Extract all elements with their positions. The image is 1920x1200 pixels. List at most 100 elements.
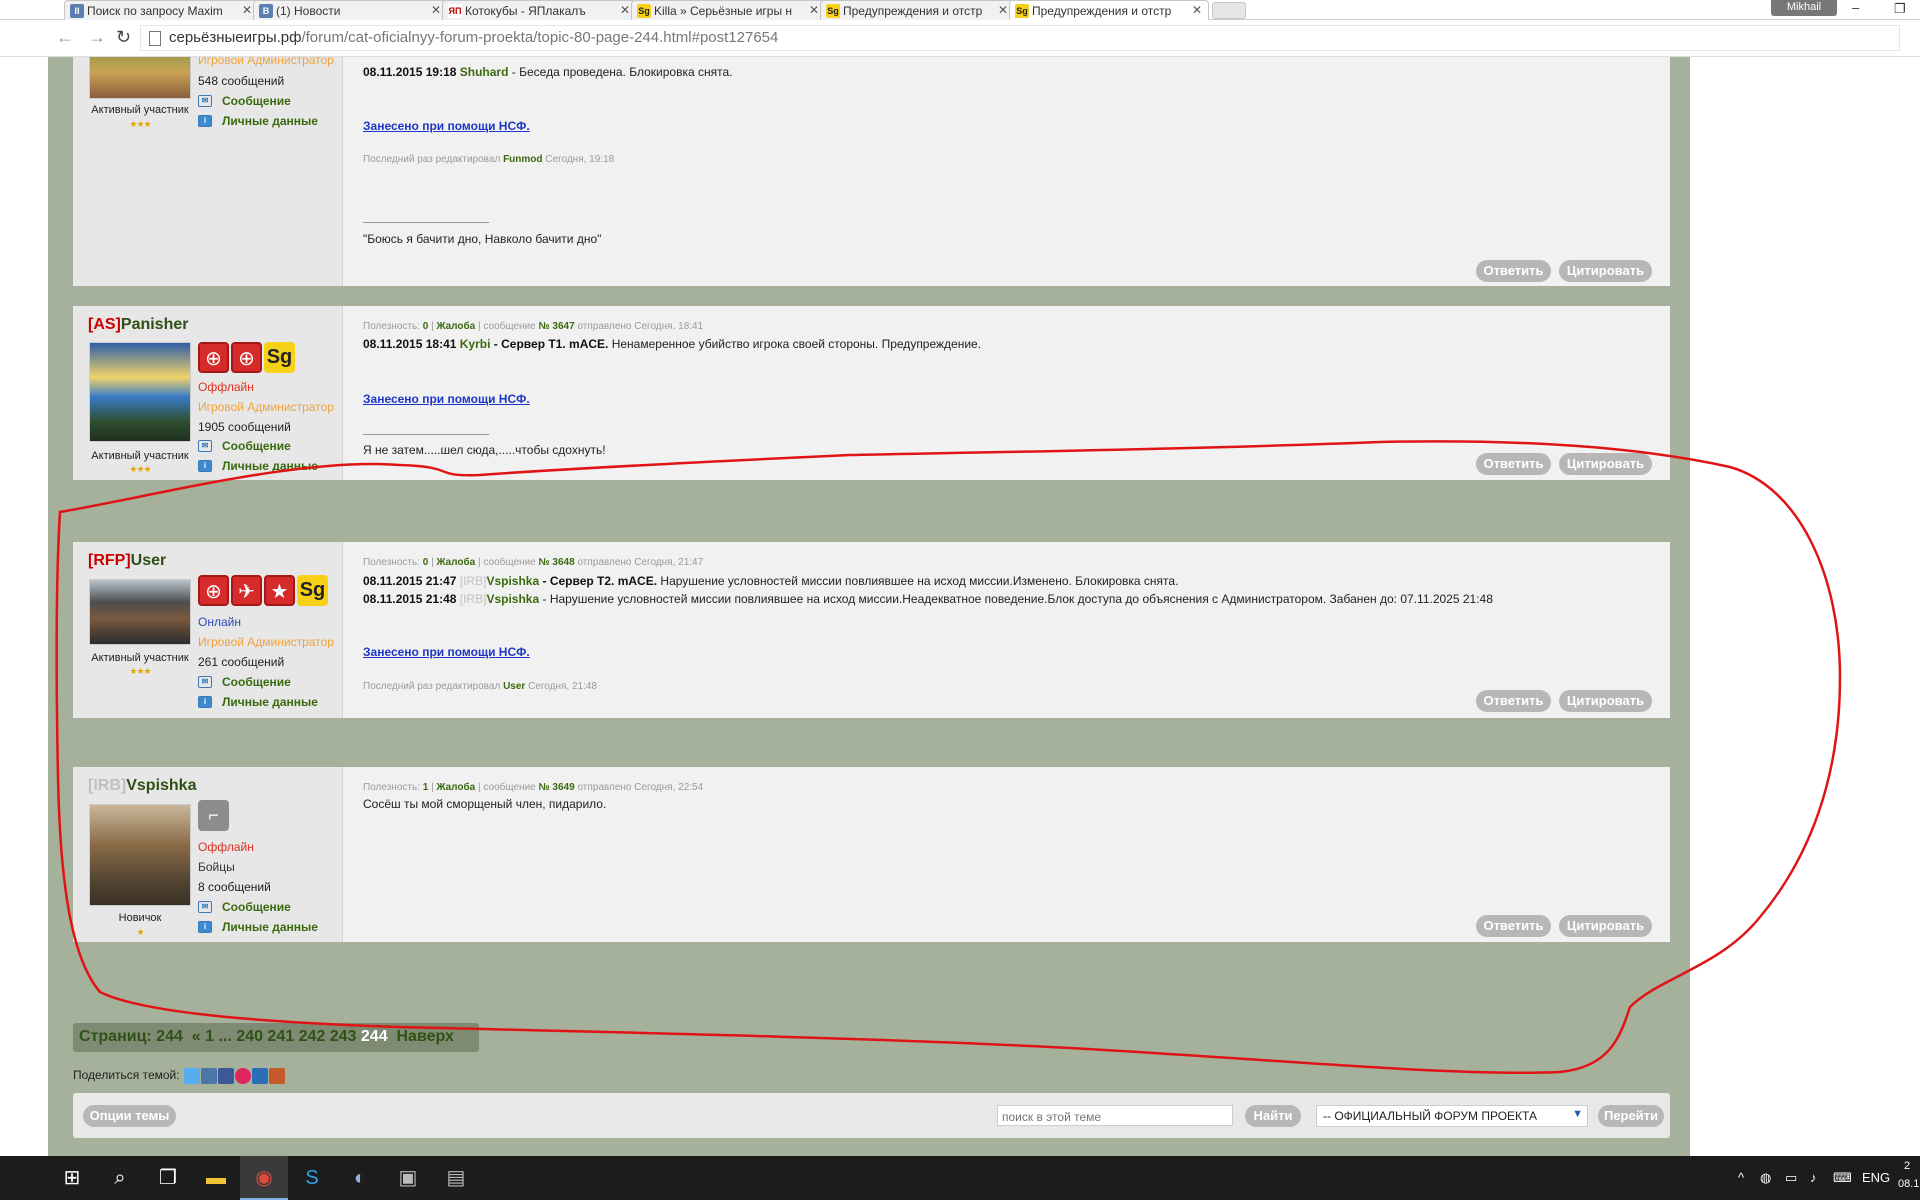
jet-badge-icon[interactable]: ✈ <box>231 575 262 606</box>
crosshair-badge-icon[interactable]: ⊕ <box>198 342 229 373</box>
forward-icon[interactable]: → <box>88 27 106 48</box>
skype-icon[interactable]: S <box>288 1156 336 1200</box>
facebook-icon[interactable] <box>217 1068 234 1084</box>
post-author[interactable]: [AS]Panisher <box>88 316 188 334</box>
vk-icon[interactable] <box>200 1068 217 1084</box>
steam-icon[interactable]: ◐ <box>336 1156 384 1200</box>
battery-icon[interactable]: ▭ <box>1785 1170 1797 1186</box>
profile-link[interactable]: i Личные данные <box>198 695 318 709</box>
avatar[interactable] <box>89 57 191 99</box>
clock-date[interactable]: 08.1 <box>1898 1178 1919 1190</box>
reload-icon[interactable]: ↻ <box>116 27 131 48</box>
nsf-link[interactable]: Занесено при помощи НСФ. <box>363 392 530 406</box>
avatar[interactable] <box>89 342 191 442</box>
avatar[interactable] <box>89 804 191 906</box>
profile-link[interactable]: i Личные данные <box>198 114 318 128</box>
browser-tab[interactable]: B (1) Новости ✕ <box>253 0 448 20</box>
back-to-top-link[interactable]: Наверх <box>396 1028 453 1045</box>
send-message-link[interactable]: ✉ Сообщение <box>198 439 291 453</box>
admin-name[interactable]: Kyrbi <box>460 337 491 351</box>
find-button[interactable]: Найти <box>1245 1105 1301 1127</box>
mymail-icon[interactable] <box>234 1068 251 1084</box>
post-author[interactable]: [IRB]Vspishka <box>88 777 196 795</box>
post-number-link[interactable]: № 3647 <box>539 321 575 332</box>
nsf-link[interactable]: Занесено при помощи НСФ. <box>363 645 530 659</box>
crosshair-badge-icon[interactable]: ⊕ <box>198 575 229 606</box>
sg-badge-icon[interactable]: Sg <box>264 342 295 373</box>
go-button[interactable]: Перейти <box>1598 1105 1664 1127</box>
nsf-link[interactable]: Занесено при помощи НСФ. <box>363 119 530 133</box>
browser-tab[interactable]: Sg Предупреждения и отстр ✕ <box>820 0 1015 20</box>
digg-icon[interactable] <box>251 1068 268 1084</box>
send-message-link[interactable]: ✉ Сообщение <box>198 675 291 689</box>
crosshair-badge-icon[interactable]: ⊕ <box>231 342 262 373</box>
browser-tab[interactable]: ЯП Котокубы - ЯПлакалъ ✕ <box>442 0 637 20</box>
quote-button[interactable]: Цитировать <box>1559 260 1652 282</box>
post-body: Сосёш ты мой сморщеный член, пидарило. <box>363 797 607 811</box>
address-bar[interactable]: серьёзныеигры.рф/forum/cat-oficialnyy-fo… <box>140 25 1900 51</box>
network-icon[interactable]: ◍ <box>1760 1170 1771 1186</box>
avatar[interactable] <box>89 579 191 645</box>
topic-options-button[interactable]: Опции темы <box>83 1105 176 1127</box>
minimize-icon[interactable]: – <box>1852 0 1859 15</box>
new-tab-button[interactable] <box>1212 2 1246 19</box>
send-message-link[interactable]: ✉ Сообщение <box>198 900 291 914</box>
search-icon[interactable]: ⌕ <box>96 1156 144 1200</box>
profile-link[interactable]: i Личные данные <box>198 920 318 934</box>
profile-button[interactable]: Mikhail <box>1771 0 1837 16</box>
send-message-link[interactable]: ✉ Сообщение <box>198 94 291 108</box>
browser-tab[interactable]: Sg Killa » Серьёзные игры н ✕ <box>631 0 826 20</box>
game-app-icon[interactable]: ▤ <box>432 1156 480 1200</box>
page-link[interactable]: 241 <box>267 1028 294 1045</box>
close-tab-icon[interactable]: ✕ <box>620 3 630 17</box>
clock-time[interactable]: 2 <box>1904 1160 1910 1172</box>
chevron-up-icon[interactable]: ^ <box>1738 1170 1744 1185</box>
close-tab-icon[interactable]: ✕ <box>1192 3 1202 17</box>
reply-button[interactable]: Ответить <box>1476 915 1551 937</box>
forum-jump-select[interactable]: -- ОФИЦИАЛЬНЫЙ ФОРУМ ПРОЕКТА ▼ <box>1316 1105 1588 1127</box>
bookmark-icon[interactable] <box>268 1068 285 1084</box>
post-number-link[interactable]: № 3649 <box>539 782 575 793</box>
keyboard-icon[interactable]: ⌨ <box>1833 1170 1852 1186</box>
reply-button[interactable]: Ответить <box>1476 690 1551 712</box>
quote-button[interactable]: Цитировать <box>1559 915 1652 937</box>
page-first-link[interactable]: « 1 <box>192 1028 214 1045</box>
complaint-link[interactable]: Жалоба <box>436 782 475 793</box>
post-author[interactable]: [RFP]User <box>88 552 166 570</box>
page-link[interactable]: 243 <box>330 1028 357 1045</box>
topic-search-input[interactable] <box>997 1105 1233 1126</box>
back-icon[interactable]: ← <box>56 27 74 48</box>
complaint-link[interactable]: Жалоба <box>436 557 475 568</box>
rifle-badge-icon[interactable]: ⌐ <box>198 800 229 831</box>
quote-button[interactable]: Цитировать <box>1559 453 1652 475</box>
start-icon[interactable]: ⊞ <box>48 1156 96 1200</box>
sg-badge-icon[interactable]: Sg <box>297 575 328 606</box>
restore-icon[interactable]: ❐ <box>1894 1 1906 17</box>
browser-tab-active[interactable]: Sg Предупреждения и отстр ✕ <box>1009 0 1209 20</box>
player-name[interactable]: Vspishka <box>486 574 539 588</box>
online-status: Оффлайн <box>198 380 254 394</box>
game-app-icon[interactable]: ▣ <box>384 1156 432 1200</box>
admin-name[interactable]: Shuhard <box>460 65 509 79</box>
reply-button[interactable]: Ответить <box>1476 453 1551 475</box>
reply-button[interactable]: Ответить <box>1476 260 1551 282</box>
file-explorer-icon[interactable]: ▬ <box>192 1156 240 1200</box>
close-tab-icon[interactable]: ✕ <box>998 3 1008 17</box>
post-number-link[interactable]: № 3648 <box>539 557 575 568</box>
browser-tab[interactable]: II Поиск по запросу Maxim ✕ <box>64 0 259 20</box>
close-tab-icon[interactable]: ✕ <box>242 3 252 17</box>
quote-button[interactable]: Цитировать <box>1559 690 1652 712</box>
profile-link[interactable]: i Личные данные <box>198 459 318 473</box>
close-tab-icon[interactable]: ✕ <box>431 3 441 17</box>
close-tab-icon[interactable]: ✕ <box>809 3 819 17</box>
volume-icon[interactable]: ♪ <box>1810 1170 1817 1185</box>
task-view-icon[interactable]: ❐ <box>144 1156 192 1200</box>
twitter-icon[interactable] <box>183 1068 200 1084</box>
complaint-link[interactable]: Жалоба <box>436 321 475 332</box>
player-name[interactable]: Vspishka <box>486 592 539 606</box>
page-link[interactable]: 242 <box>299 1028 326 1045</box>
language-indicator[interactable]: ENG <box>1862 1170 1890 1185</box>
page-link[interactable]: 240 <box>236 1028 263 1045</box>
chrome-icon[interactable]: ◉ <box>240 1156 288 1200</box>
stars-badge-icon[interactable]: ★ <box>264 575 295 606</box>
